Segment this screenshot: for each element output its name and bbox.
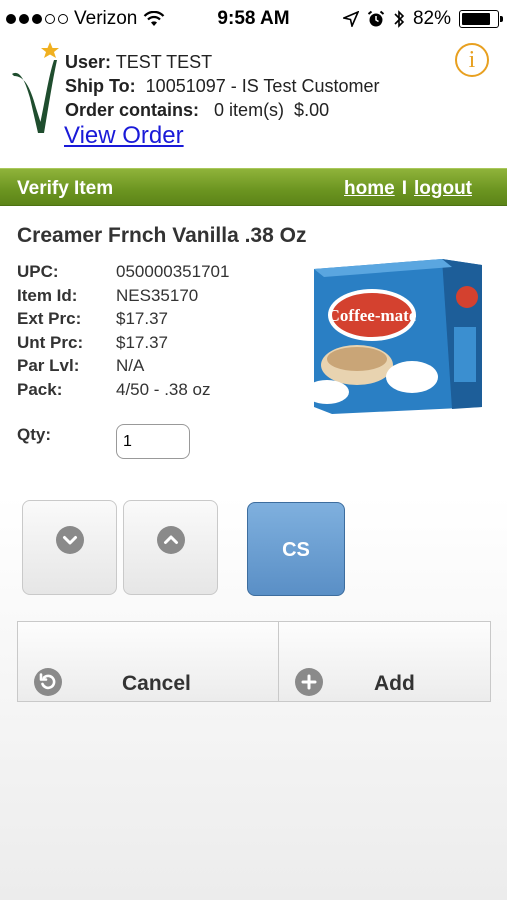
nav-links: home Ilogout xyxy=(344,178,472,200)
plus-icon xyxy=(295,668,323,696)
app-header: User: TEST TEST Ship To: 10051097 - IS T… xyxy=(0,38,507,168)
detail-value: NES35170 xyxy=(116,285,199,305)
user-line: User: TEST TEST xyxy=(65,50,379,74)
detail-value: 050000351701 xyxy=(116,262,230,281)
detail-row-pack: Pack: 4/50 - .38 oz xyxy=(17,378,229,402)
detail-row-item-id: Item Id: NES35170 xyxy=(17,284,229,308)
detail-value: N/A xyxy=(116,356,145,375)
order-line: Order contains: 0 item(s) $.00 xyxy=(65,98,379,122)
increase-qty-button[interactable] xyxy=(123,500,218,595)
detail-label: Par Lvl: xyxy=(17,356,80,375)
detail-value: $17.37 xyxy=(116,332,168,352)
detail-label: Pack: xyxy=(17,379,63,399)
detail-value: $17.37 xyxy=(116,309,168,328)
item-title: Creamer Frnch Vanilla .38 Oz xyxy=(17,224,307,247)
logout-link[interactable]: logout xyxy=(414,178,472,199)
nav-bar: Verify Item home Ilogout xyxy=(0,168,507,206)
detail-value: 4/50 - .38 oz xyxy=(116,379,211,399)
detail-row-ext-price: Ext Prc: $17.37 xyxy=(17,307,229,331)
detail-label: Item Id: xyxy=(17,285,78,305)
battery-percent: 82% xyxy=(412,8,451,29)
ship-to-label: Ship To: xyxy=(65,76,136,96)
detail-label: Unt Prc: xyxy=(17,332,84,352)
add-label: Add xyxy=(374,672,415,695)
undo-icon xyxy=(34,668,62,696)
detail-label: UPC: xyxy=(17,262,59,281)
chevron-down-icon xyxy=(56,526,84,554)
product-brand-text: Coffee-mate xyxy=(328,306,417,325)
view-order-link[interactable]: View Order xyxy=(64,122,184,150)
page-title: Verify Item xyxy=(17,178,114,199)
unit-cs-button[interactable]: CS xyxy=(247,502,345,596)
chevron-up-icon xyxy=(157,526,185,554)
product-image: Coffee-mate xyxy=(292,257,482,414)
status-bar: Verizon 9:58 AM 82% xyxy=(0,0,507,38)
add-button[interactable]: Add xyxy=(278,621,491,702)
info-icon[interactable]: i xyxy=(455,43,489,77)
bluetooth-icon xyxy=(394,10,405,28)
decrease-qty-button[interactable] xyxy=(22,500,117,595)
order-value: 0 item(s) $.00 xyxy=(214,100,330,120)
detail-label: Ext Prc: xyxy=(17,309,82,328)
qty-label: Qty: xyxy=(17,425,51,444)
ship-to-value: 10051097 - IS Test Customer xyxy=(145,76,380,96)
cancel-button[interactable]: Cancel xyxy=(17,621,279,702)
status-right: 82% xyxy=(342,8,503,30)
nav-separator: I xyxy=(401,178,407,199)
cancel-label: Cancel xyxy=(122,672,191,695)
user-label: User: xyxy=(65,52,112,72)
detail-row-unit-price: Unt Prc: $17.37 xyxy=(17,331,229,355)
home-link[interactable]: home xyxy=(344,178,395,199)
item-details: UPC: 050000351701 Item Id: NES35170 Ext Pr… xyxy=(17,260,229,401)
detail-row-upc: UPC: 050000351701 xyxy=(17,260,229,284)
detail-row-par-level: Par Lvl: N/A xyxy=(17,354,229,378)
quantity-input[interactable] xyxy=(116,424,190,459)
alarm-clock-icon xyxy=(367,10,385,27)
user-value: TEST TEST xyxy=(115,52,213,72)
v-logo-icon xyxy=(12,42,59,133)
location-arrow-icon xyxy=(342,11,359,27)
ship-to-line: Ship To: 10051097 - IS Test Customer xyxy=(65,74,379,98)
header-info: User: TEST TEST Ship To: 10051097 - IS T… xyxy=(65,50,379,122)
battery-icon xyxy=(459,10,503,28)
order-label: Order contains: xyxy=(65,100,200,120)
